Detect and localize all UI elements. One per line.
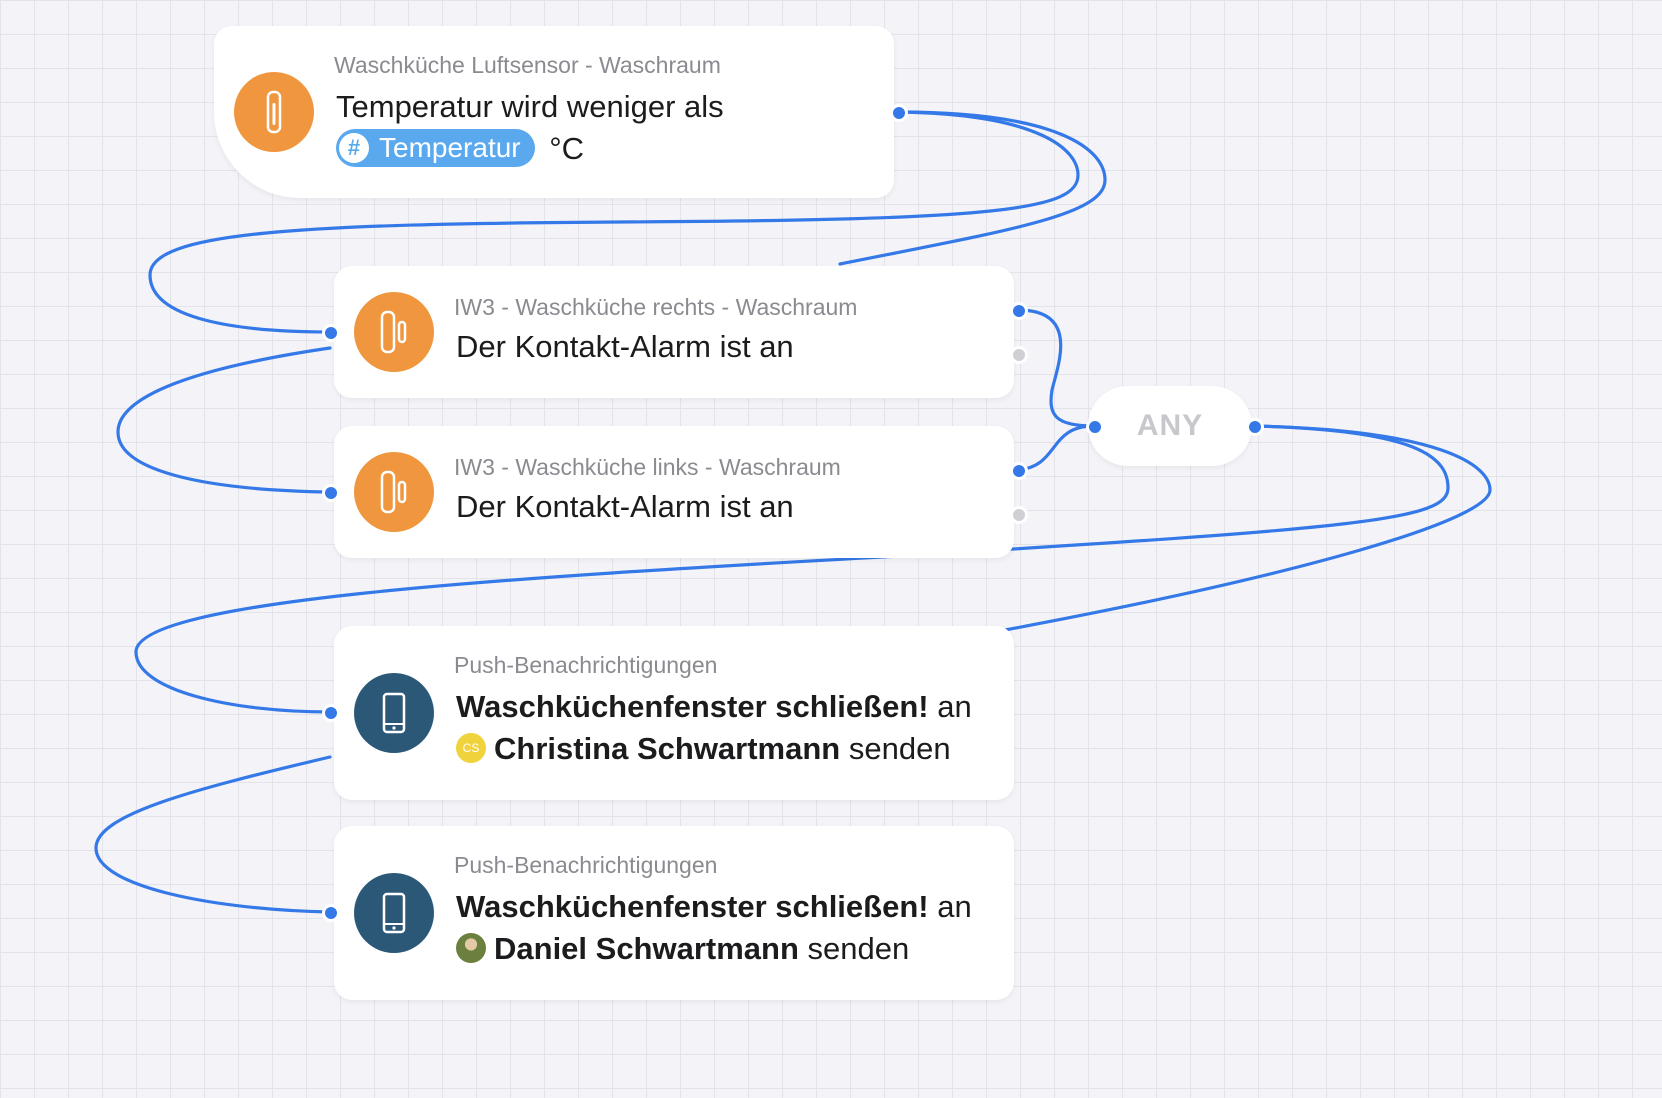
contact-sensor-icon (380, 470, 407, 514)
contact-sensor-icon (380, 310, 407, 354)
contact-left-output-port-on[interactable] (1010, 462, 1028, 480)
contact-left-condition: Der Kontakt-Alarm ist an (456, 489, 794, 524)
temperature-variable-pill[interactable]: # Temperatur (336, 128, 535, 167)
push-1-input-port[interactable] (322, 704, 340, 722)
wire-contact-left-to-any (1016, 424, 1096, 472)
push-2-description: Waschküchenfenster schließen! an Daniel … (456, 886, 972, 970)
trigger-condition: Temperatur wird weniger als # Temperatur… (336, 86, 724, 170)
push-2-send-word: senden (807, 931, 910, 966)
phone-icon (354, 673, 434, 753)
unit-label: °C (549, 131, 585, 166)
any-gate-input-port[interactable] (1086, 418, 1104, 436)
wire-push-1-to-push-2 (94, 755, 332, 914)
contact-left-trigger-card[interactable]: IW3 - Waschküche links - Waschraum Der K… (334, 426, 1014, 558)
phone-icon (354, 873, 434, 953)
push-2-message: Waschküchenfenster schließen! (456, 889, 929, 924)
thermometer-icon (266, 90, 282, 134)
contact-left-device-name: IW3 - Waschküche links - Waschraum (454, 454, 841, 480)
thermometer-icon (234, 72, 314, 152)
push-2-service-name: Push-Benachrichtigungen (454, 852, 718, 878)
push-1-send-word: senden (848, 731, 951, 766)
push-1-message: Waschküchenfenster schließen! (456, 689, 929, 724)
push-1-service-name: Push-Benachrichtigungen (454, 652, 718, 678)
contact-right-trigger-card[interactable]: IW3 - Waschküche rechts - Waschraum Der … (334, 266, 1014, 398)
any-gate-output-port[interactable] (1246, 418, 1264, 436)
wire-contact-right-to-any (1016, 308, 1096, 428)
contact-left-input-port[interactable] (322, 484, 340, 502)
push-notification-action-card-2[interactable]: Push-Benachrichtigungen Waschküchenfenst… (334, 826, 1014, 1000)
condition-text: Temperatur wird weniger als (336, 89, 724, 124)
contact-right-output-port-on[interactable] (1010, 302, 1028, 320)
variable-label: Temperatur (379, 131, 521, 163)
any-gate-label: ANY (1136, 409, 1204, 442)
wire-any-to-push-chain (1003, 424, 1492, 632)
contact-right-device-name: IW3 - Waschküche rechts - Waschraum (454, 294, 858, 320)
avatar: CS (456, 732, 486, 763)
avatar (456, 932, 486, 963)
push-1-to-word: an (937, 689, 972, 724)
temp-trigger-output-port[interactable] (890, 104, 908, 122)
hash-icon: # (339, 132, 369, 163)
phone-icon (382, 892, 406, 934)
phone-icon (382, 692, 406, 734)
contact-left-output-port-off[interactable] (1010, 506, 1028, 524)
push-1-description: Waschküchenfenster schließen! an CS Chris… (456, 686, 972, 770)
trigger-device-name: Waschküche Luftsensor - Waschraum (334, 52, 721, 78)
temperature-trigger-card[interactable]: Waschküche Luftsensor - Waschraum Temper… (214, 26, 894, 198)
contact-sensor-icon (354, 452, 434, 532)
push-2-input-port[interactable] (322, 904, 340, 922)
push-2-recipient[interactable]: Daniel Schwartmann (494, 931, 799, 966)
contact-sensor-icon (354, 292, 434, 372)
contact-right-output-port-off[interactable] (1010, 346, 1028, 364)
any-logic-gate[interactable]: ANY (1088, 386, 1252, 466)
contact-right-condition: Der Kontakt-Alarm ist an (456, 329, 794, 364)
contact-right-input-port[interactable] (322, 324, 340, 342)
push-1-recipient[interactable]: Christina Schwartmann (494, 731, 840, 766)
push-notification-action-card-1[interactable]: Push-Benachrichtigungen Waschküchenfenst… (334, 626, 1014, 800)
wire-contact-right-to-contact-left (116, 346, 332, 494)
push-2-to-word: an (937, 889, 972, 924)
